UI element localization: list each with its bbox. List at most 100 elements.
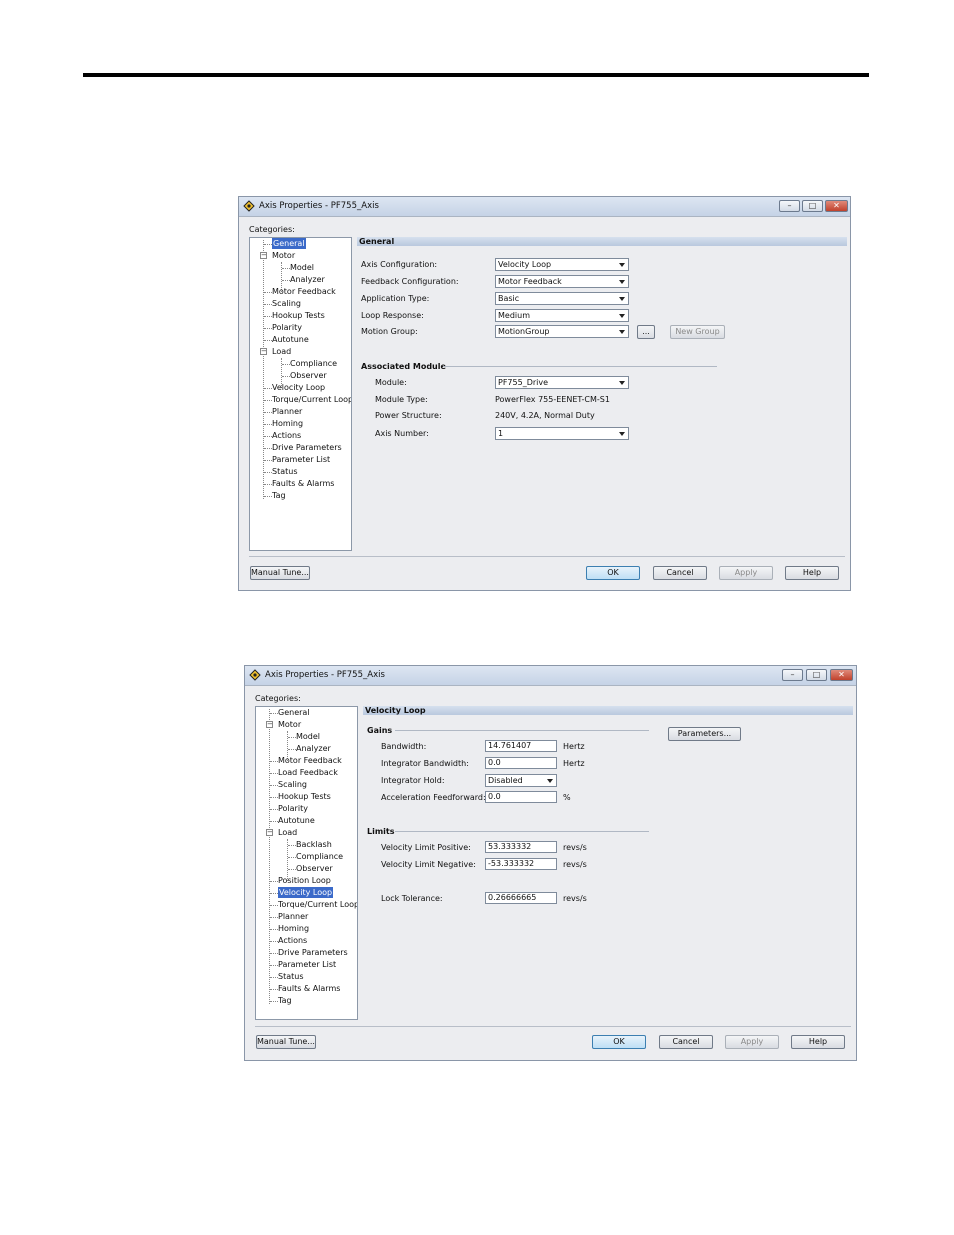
collapse-icon[interactable]: −: [260, 348, 267, 355]
axis-number-select[interactable]: 1: [495, 427, 629, 440]
categories-tree[interactable]: − − General Motor Model Analyzer Motor F…: [255, 706, 358, 1020]
apply-button[interactable]: Apply: [719, 566, 773, 580]
titlebar[interactable]: Axis Properties - PF755_Axis – □ ✕: [239, 197, 850, 217]
motion-group-browse-button[interactable]: ...: [637, 325, 655, 339]
tree-item-hookup-tests[interactable]: Hookup Tests: [278, 791, 331, 802]
ok-button[interactable]: OK: [592, 1035, 646, 1049]
tree-item-autotune[interactable]: Autotune: [272, 334, 309, 345]
tree-item-load[interactable]: Load: [278, 827, 297, 838]
tree-item-general[interactable]: General: [278, 707, 310, 718]
tree-item-drive-parameters[interactable]: Drive Parameters: [272, 442, 342, 453]
help-button[interactable]: Help: [785, 566, 839, 580]
velocity-limit-positive-input[interactable]: 53.333332: [485, 841, 557, 853]
minimize-button[interactable]: –: [782, 669, 803, 681]
tree-item-load-feedback[interactable]: Load Feedback: [278, 767, 338, 778]
tree-item-analyzer[interactable]: Analyzer: [296, 743, 331, 754]
loop-response-value: Medium: [498, 311, 530, 320]
lock-tolerance-input[interactable]: 0.26666665: [485, 892, 557, 904]
tree-item-torque-current-loop[interactable]: Torque/Current Loop: [272, 394, 351, 405]
tree-item-model[interactable]: Model: [290, 262, 314, 273]
tree-item-autotune[interactable]: Autotune: [278, 815, 315, 826]
manual-tune-button[interactable]: Manual Tune...: [256, 1035, 316, 1049]
tree-item-actions[interactable]: Actions: [272, 430, 301, 441]
tree-item-analyzer[interactable]: Analyzer: [290, 274, 325, 285]
acceleration-feedforward-input[interactable]: 0.0: [485, 791, 557, 803]
tree-item-drive-parameters[interactable]: Drive Parameters: [278, 947, 348, 958]
tree-item-motor[interactable]: Motor: [278, 719, 301, 730]
tree-item-velocity-loop[interactable]: Velocity Loop: [278, 887, 334, 898]
bandwidth-input[interactable]: 14.761407: [485, 740, 557, 752]
tree-item-parameter-list[interactable]: Parameter List: [278, 959, 336, 970]
tree-line: [264, 424, 272, 425]
tree-item-faults-alarms[interactable]: Faults & Alarms: [272, 478, 334, 489]
motion-group-select[interactable]: MotionGroup: [495, 325, 629, 338]
integrator-bandwidth-input[interactable]: 0.0: [485, 757, 557, 769]
collapse-icon[interactable]: −: [260, 252, 267, 259]
tree-item-velocity-loop[interactable]: Velocity Loop: [272, 382, 325, 393]
tree-item-motor[interactable]: Motor: [272, 250, 295, 261]
tree-item-tag[interactable]: Tag: [278, 995, 292, 1006]
titlebar[interactable]: Axis Properties - PF755_Axis – □ ✕: [245, 666, 856, 686]
ok-button[interactable]: OK: [586, 566, 640, 580]
axis-configuration-select[interactable]: Velocity Loop: [495, 258, 629, 271]
acceleration-feedforward-unit: %: [563, 793, 571, 802]
tree-item-scaling[interactable]: Scaling: [278, 779, 307, 790]
tree-line: [288, 869, 296, 870]
module-select[interactable]: PF755_Drive: [495, 376, 629, 389]
integrator-hold-select[interactable]: Disabled: [485, 774, 557, 787]
tree-item-load[interactable]: Load: [272, 346, 291, 357]
maximize-button[interactable]: □: [802, 200, 823, 212]
cancel-button[interactable]: Cancel: [659, 1035, 713, 1049]
tree-item-actions[interactable]: Actions: [278, 935, 307, 946]
collapse-icon[interactable]: −: [266, 721, 273, 728]
tree-item-torque-current-loop[interactable]: Torque/Current Loop: [278, 899, 357, 910]
tree-item-faults-alarms[interactable]: Faults & Alarms: [278, 983, 340, 994]
footer-divider: [249, 556, 845, 557]
tree-item-homing[interactable]: Homing: [278, 923, 309, 934]
close-button[interactable]: ✕: [830, 669, 853, 681]
tree-line: [264, 472, 272, 473]
velocity-limit-negative-input[interactable]: -53.333332: [485, 858, 557, 870]
categories-label: Categories:: [255, 694, 301, 703]
tree-item-position-loop[interactable]: Position Loop: [278, 875, 331, 886]
tree-item-observer[interactable]: Observer: [296, 863, 333, 874]
manual-tune-button[interactable]: Manual Tune...: [250, 566, 310, 580]
loop-response-select[interactable]: Medium: [495, 309, 629, 322]
categories-tree[interactable]: − − General Motor Model Analyzer Motor F…: [249, 237, 352, 551]
categories-label: Categories:: [249, 225, 295, 234]
feedback-configuration-select[interactable]: Motor Feedback: [495, 275, 629, 288]
tree-item-observer[interactable]: Observer: [290, 370, 327, 381]
parameters-button[interactable]: Parameters...: [668, 727, 741, 741]
tree-item-planner[interactable]: Planner: [278, 911, 308, 922]
tree-item-compliance[interactable]: Compliance: [296, 851, 343, 862]
tree-item-status[interactable]: Status: [278, 971, 304, 982]
tree-item-tag[interactable]: Tag: [272, 490, 286, 501]
motion-group-value: MotionGroup: [498, 327, 550, 336]
tree-item-motor-feedback[interactable]: Motor Feedback: [272, 286, 336, 297]
tree-item-homing[interactable]: Homing: [272, 418, 303, 429]
help-button[interactable]: Help: [791, 1035, 845, 1049]
tree-item-scaling[interactable]: Scaling: [272, 298, 301, 309]
tree-line: [270, 953, 278, 954]
tree-item-parameter-list[interactable]: Parameter List: [272, 454, 330, 465]
tree-item-backlash[interactable]: Backlash: [296, 839, 332, 850]
maximize-button[interactable]: □: [806, 669, 827, 681]
tree-item-planner[interactable]: Planner: [272, 406, 302, 417]
tree-item-polarity[interactable]: Polarity: [272, 322, 302, 333]
bandwidth-label: Bandwidth:: [381, 742, 427, 751]
tree-item-compliance[interactable]: Compliance: [290, 358, 337, 369]
tree-item-hookup-tests[interactable]: Hookup Tests: [272, 310, 325, 321]
tree-item-general[interactable]: General: [272, 238, 306, 249]
apply-button[interactable]: Apply: [725, 1035, 779, 1049]
tree-line: [282, 364, 290, 365]
tree-item-motor-feedback[interactable]: Motor Feedback: [278, 755, 342, 766]
new-group-button[interactable]: New Group: [670, 325, 725, 339]
close-button[interactable]: ✕: [825, 200, 848, 212]
tree-item-model[interactable]: Model: [296, 731, 320, 742]
tree-item-polarity[interactable]: Polarity: [278, 803, 308, 814]
collapse-icon[interactable]: −: [266, 829, 273, 836]
application-type-select[interactable]: Basic: [495, 292, 629, 305]
cancel-button[interactable]: Cancel: [653, 566, 707, 580]
tree-item-status[interactable]: Status: [272, 466, 298, 477]
minimize-button[interactable]: –: [779, 200, 800, 212]
